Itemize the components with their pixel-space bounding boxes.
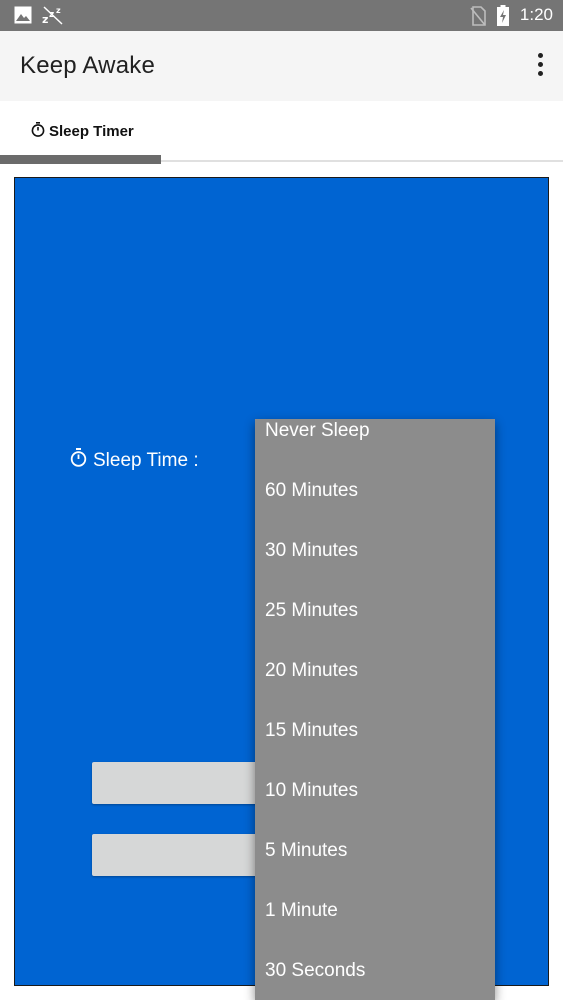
sleep-time-label-group: Sleep Time : xyxy=(70,448,199,473)
sleep-time-label: Sleep Time : xyxy=(93,449,199,471)
dropdown-option[interactable]: 5 Minutes xyxy=(265,836,485,866)
battery-charging-icon xyxy=(497,5,509,31)
dropdown-option[interactable]: 15 Minutes xyxy=(265,716,485,746)
dropdown-option[interactable]: 25 Minutes xyxy=(265,596,485,626)
tab-bar: Sleep Timer xyxy=(0,101,563,164)
app-bar: Keep Awake xyxy=(0,31,563,101)
timer-icon xyxy=(31,122,45,141)
svg-text:z: z xyxy=(56,6,61,15)
tab-sleep-timer[interactable]: Sleep Timer xyxy=(0,101,161,164)
image-icon xyxy=(14,6,32,29)
dropdown-option[interactable]: Never Sleep xyxy=(265,419,485,446)
sleep-zzz-icon: z z z xyxy=(42,5,64,30)
tab-label: Sleep Timer xyxy=(49,123,134,140)
dropdown-option[interactable]: 60 Minutes xyxy=(265,476,485,506)
tab-sleep-timer-label-group: Sleep Timer xyxy=(31,122,134,141)
status-bar: z z z 1:20 xyxy=(0,0,563,31)
status-time: 1:20 xyxy=(519,5,553,24)
more-vert-icon[interactable] xyxy=(535,53,545,79)
dropdown-option[interactable]: 30 Seconds xyxy=(265,956,485,986)
svg-text:z: z xyxy=(42,13,48,25)
sleep-time-dropdown[interactable]: Never Sleep 60 Minutes 30 Minutes 25 Min… xyxy=(255,419,495,1000)
timer-icon xyxy=(70,448,87,473)
dropdown-option[interactable]: 10 Minutes xyxy=(265,776,485,806)
tab-indicator xyxy=(0,155,161,164)
app-title: Keep Awake xyxy=(20,52,155,79)
dropdown-option[interactable]: 20 Minutes xyxy=(265,656,485,686)
dropdown-option[interactable]: 30 Minutes xyxy=(265,536,485,566)
no-sim-icon xyxy=(470,6,486,31)
dropdown-option[interactable]: 1 Minute xyxy=(265,896,485,926)
